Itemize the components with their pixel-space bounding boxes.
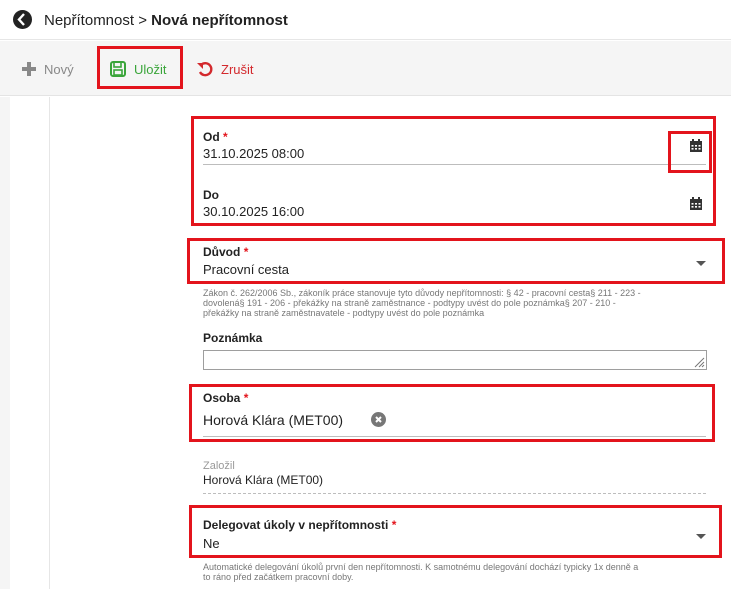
to-label: Do — [203, 188, 219, 202]
person-underline — [203, 436, 706, 437]
chevron-down-icon[interactable] — [696, 261, 706, 266]
save-button-label: Uložit — [134, 61, 167, 77]
highlight-reason — [187, 238, 725, 284]
from-label: Od * — [203, 130, 228, 144]
delegate-help-line: to ráno před začátkem pracovní doby. — [203, 572, 354, 582]
breadcrumb: Nepřítomnost > Nová nepřítomnost — [44, 12, 288, 29]
created-by-underline — [203, 493, 706, 494]
delegate-help-line: Automatické delegování úkolů první den n… — [203, 562, 639, 572]
cancel-button[interactable]: Zrušit — [197, 58, 254, 80]
calendar-icon[interactable] — [689, 139, 703, 153]
toolbar: Nový Uložit Zrušit — [0, 41, 731, 96]
breadcrumb-current: Nová nepřítomnost — [151, 12, 288, 29]
cancel-button-label: Zrušit — [221, 61, 254, 77]
content-left-margin — [10, 97, 50, 589]
from-underline — [203, 164, 706, 165]
created-by-label: Založil — [203, 460, 235, 472]
created-by-value: Horová Klára (MET00) — [203, 473, 324, 487]
to-input[interactable]: 30.10.2025 16:00 — [203, 204, 304, 219]
title-bar: Nepřítomnost > Nová nepřítomnost — [0, 0, 731, 40]
resize-handle-icon[interactable] — [693, 356, 705, 368]
floppy-disk-icon — [110, 61, 126, 77]
undo-icon — [197, 62, 213, 77]
sidebar — [0, 97, 10, 589]
plus-icon — [22, 62, 36, 76]
reason-select[interactable]: Pracovní cesta — [203, 262, 289, 277]
note-textarea[interactable] — [203, 350, 707, 370]
reason-label: Důvod * — [203, 245, 249, 259]
app-logo-icon[interactable] — [13, 10, 32, 29]
note-label: Poznámka — [203, 331, 263, 345]
breadcrumb-parent[interactable]: Nepřítomnost — [44, 12, 134, 29]
delegate-select[interactable]: Ne — [203, 536, 220, 551]
new-button[interactable]: Nový — [22, 58, 74, 80]
reason-help-line: překážky na straně zaměstnavatele - podt… — [203, 308, 485, 318]
clear-icon[interactable] — [371, 412, 386, 427]
delegate-label: Delegovat úkoly v nepřítomnosti * — [203, 518, 397, 532]
chevron-down-icon[interactable] — [696, 534, 706, 539]
reason-help-line: Zákon č. 262/2006 Sb., zákoník práce sta… — [203, 288, 641, 298]
breadcrumb-separator: > — [134, 12, 152, 29]
person-label: Osoba * — [203, 391, 249, 405]
person-selected-value[interactable]: Horová Klára (MET00) — [203, 412, 343, 428]
save-button[interactable]: Uložit — [110, 58, 167, 80]
from-input[interactable]: 31.10.2025 08:00 — [203, 146, 304, 161]
calendar-icon[interactable] — [689, 197, 703, 211]
new-button-label: Nový — [44, 61, 74, 77]
reason-help-line: dovolená§ 191 - 206 - překážky na straně… — [203, 298, 616, 308]
